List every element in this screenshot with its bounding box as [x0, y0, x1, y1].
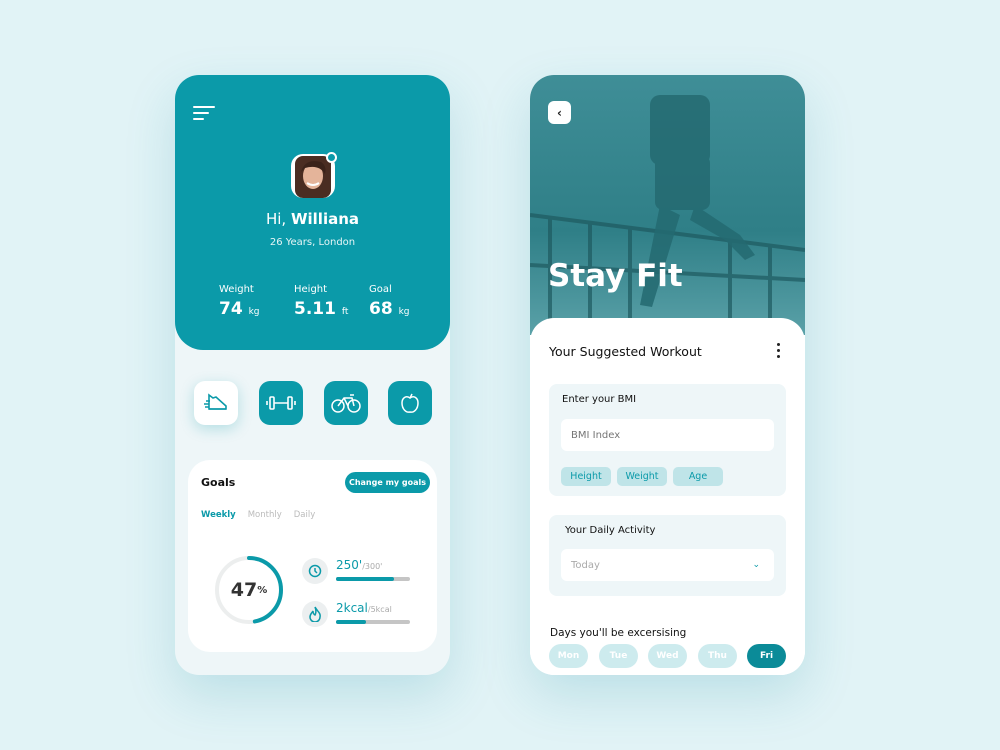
- profile-screen: Hi, Williana 26 Years, London Weight 74 k…: [175, 75, 450, 675]
- bicycle-icon: [331, 394, 361, 413]
- flame-icon: [302, 601, 328, 627]
- profile-subtitle: 26 Years, London: [269, 237, 356, 248]
- tab-daily[interactable]: Daily: [294, 510, 316, 520]
- goals-title: Goals: [201, 476, 236, 489]
- online-status-dot: [326, 152, 337, 163]
- sneaker-icon: [204, 393, 227, 410]
- chip-height[interactable]: Height: [561, 467, 611, 486]
- chevron-down-icon: ⌄: [752, 560, 760, 570]
- tab-monthly[interactable]: Monthly: [248, 510, 282, 520]
- activity-label: Your Daily Activity: [565, 525, 656, 536]
- activity-select[interactable]: Today ⌄: [561, 549, 774, 581]
- goals-tabs: Weekly Monthly Daily: [201, 510, 315, 520]
- workout-sheet: Your Suggested Workout Enter your BMI He…: [530, 318, 805, 675]
- day-fri[interactable]: Fri: [747, 644, 786, 668]
- stat-goal: Goal 68 kg: [369, 284, 410, 319]
- section-title: Your Suggested Workout: [549, 344, 702, 359]
- bmi-label: Enter your BMI: [562, 394, 637, 405]
- category-nutrition[interactable]: [388, 381, 432, 425]
- category-running[interactable]: [194, 381, 238, 425]
- progress-percent: 47%: [230, 579, 268, 601]
- more-options-icon[interactable]: [774, 343, 782, 361]
- calorie-metric: 2kcal/5kcal: [336, 601, 392, 615]
- day-mon[interactable]: Mon: [549, 644, 588, 668]
- category-cycling[interactable]: [324, 381, 368, 425]
- category-strength[interactable]: [259, 381, 303, 425]
- apple-icon: [401, 393, 419, 413]
- stat-weight: Weight 74 kg: [219, 284, 260, 319]
- day-thu[interactable]: Thu: [698, 644, 737, 668]
- calorie-progress-bar: [336, 620, 410, 624]
- greeting: Hi, Williana: [265, 210, 360, 228]
- time-progress-bar: [336, 577, 410, 581]
- chip-age[interactable]: Age: [673, 467, 723, 486]
- chevron-left-icon: ‹: [557, 105, 562, 120]
- time-metric: 250'/300': [336, 558, 383, 572]
- dumbbell-icon: [266, 396, 296, 410]
- day-tue[interactable]: Tue: [599, 644, 638, 668]
- workout-screen: ‹ Stay Fit Your Suggested Workout Enter …: [530, 75, 805, 675]
- profile-header: Hi, Williana 26 Years, London Weight 74 k…: [175, 75, 450, 350]
- day-wed[interactable]: Wed: [648, 644, 687, 668]
- activity-card: Your Daily Activity Today ⌄: [549, 515, 786, 596]
- chip-weight[interactable]: Weight: [617, 467, 667, 486]
- bmi-card: Enter your BMI Height Weight Age: [549, 384, 786, 496]
- menu-icon[interactable]: [193, 106, 215, 120]
- hero-title: Stay Fit: [548, 258, 683, 294]
- goals-card: Goals Change my goals Weekly Monthly Dai…: [188, 460, 437, 652]
- days-label: Days you'll be excersising: [550, 627, 687, 639]
- tab-weekly[interactable]: Weekly: [201, 510, 236, 520]
- stat-height: Height 5.11 ft: [294, 284, 349, 319]
- back-button[interactable]: ‹: [548, 101, 571, 124]
- clock-icon: [302, 558, 328, 584]
- bmi-input[interactable]: [561, 419, 774, 451]
- hero-image: [530, 75, 805, 335]
- change-goals-button[interactable]: Change my goals: [345, 472, 430, 493]
